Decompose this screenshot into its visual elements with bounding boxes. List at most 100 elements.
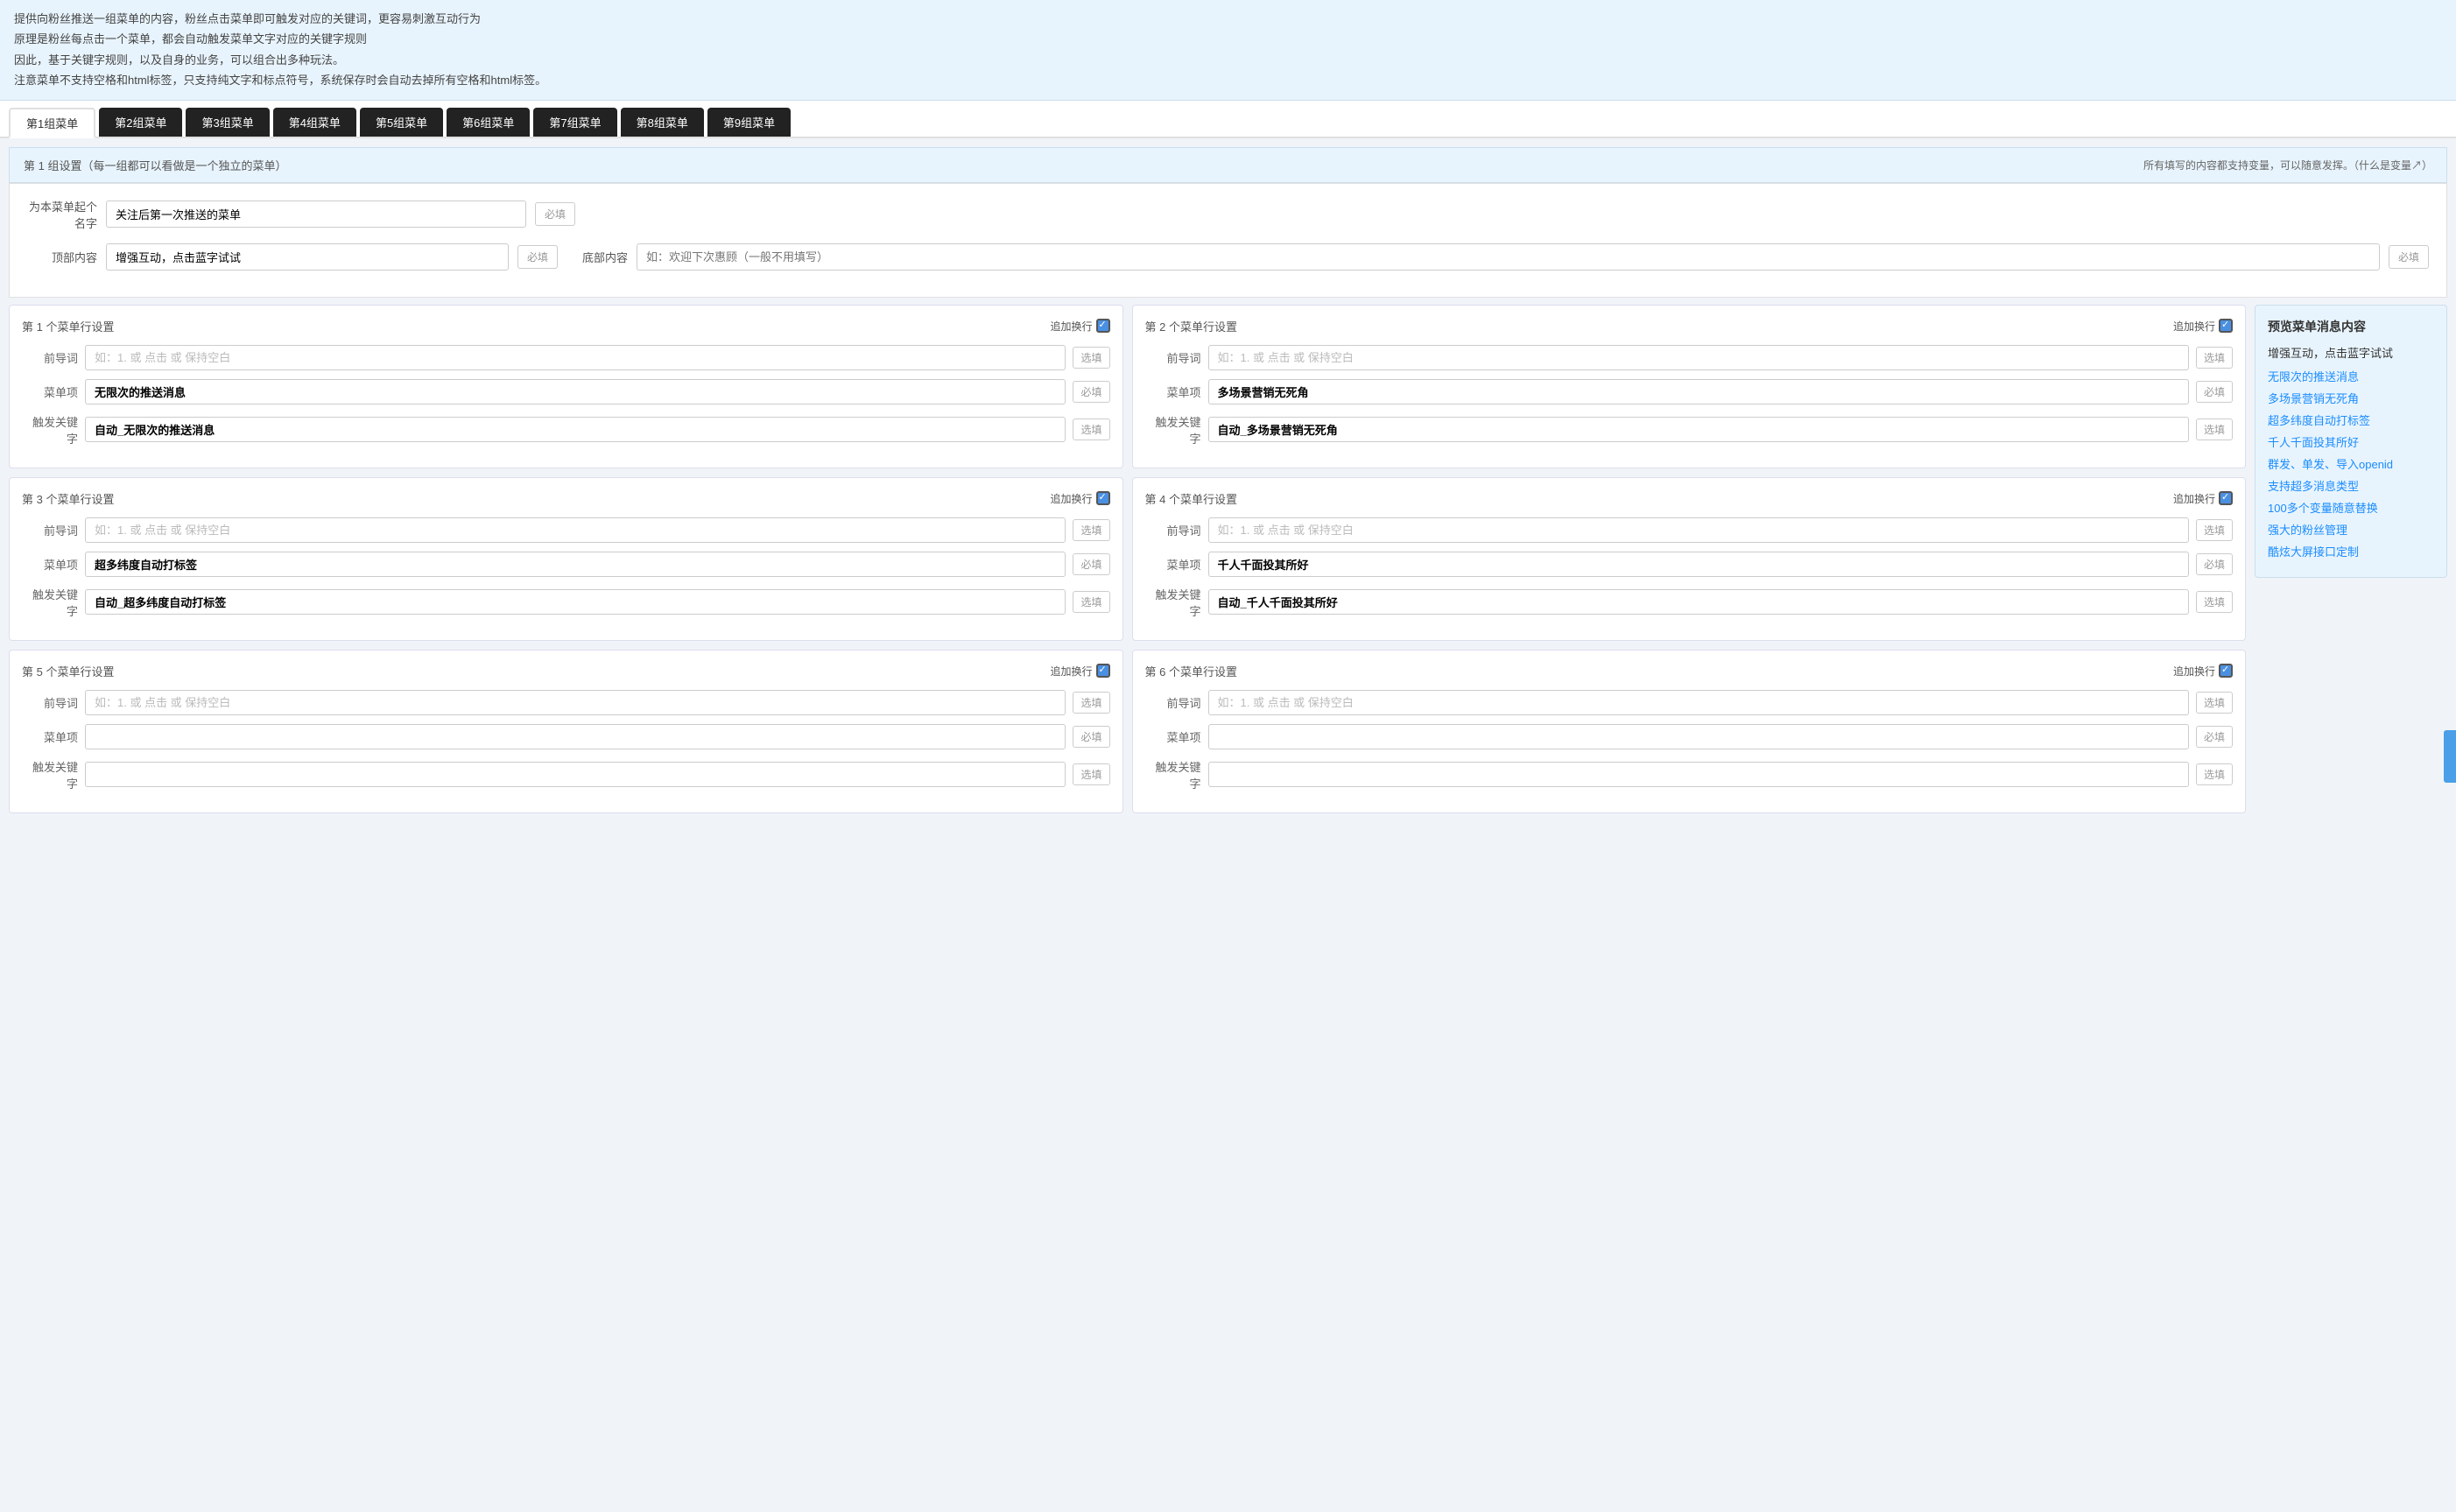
menuitem-badge-3: 必填: [1073, 553, 1109, 575]
section-header-left: 第 1 组设置（每一组都可以看做是一个独立的菜单）: [24, 157, 286, 173]
menu-card-header-5: 第 5 个菜单行设置 追加换行: [22, 663, 1110, 679]
add-newline-4[interactable]: 追加换行: [2173, 491, 2233, 506]
preview-item-1[interactable]: 无限次的推送消息: [2268, 368, 2434, 384]
tab-2[interactable]: 第2组菜单: [99, 108, 182, 137]
checkbox-5[interactable]: [1096, 664, 1110, 678]
menuitem-label-6: 菜单项: [1145, 728, 1201, 745]
keyword-badge-3: 选填: [1073, 591, 1109, 613]
menuitem-input-3[interactable]: [85, 552, 1066, 577]
keyword-input-5[interactable]: [85, 762, 1066, 787]
section-header-right: 所有填写的内容都支持变量，可以随意发挥。（什么是变量↗）: [2143, 158, 2432, 172]
prefix-input-1[interactable]: [85, 345, 1066, 370]
tab-8[interactable]: 第8组菜单: [621, 108, 704, 137]
menuitem-input-5[interactable]: [85, 724, 1066, 749]
add-newline-6[interactable]: 追加换行: [2173, 664, 2233, 679]
prefix-row-2: 前导词 选填: [1145, 345, 2234, 370]
section-header: 第 1 组设置（每一组都可以看做是一个独立的菜单） 所有填写的内容都支持变量，可…: [9, 147, 2447, 183]
tab-7[interactable]: 第7组菜单: [533, 108, 616, 137]
prefix-badge-5: 选填: [1073, 692, 1109, 714]
name-field-row: 为本菜单起个名字 必填: [27, 198, 2429, 231]
tab-9[interactable]: 第9组菜单: [707, 108, 791, 137]
name-field-input[interactable]: [106, 200, 526, 228]
top-content-input[interactable]: [106, 243, 509, 271]
checkbox-1[interactable]: [1096, 319, 1110, 333]
add-newline-1[interactable]: 追加换行: [1050, 319, 1109, 334]
menuitem-badge-1: 必填: [1073, 381, 1109, 403]
keyword-badge-5: 选填: [1073, 763, 1109, 785]
prefix-input-6[interactable]: [1208, 690, 2189, 715]
checkbox-6[interactable]: [2219, 664, 2233, 678]
preview-col: 预览菜单消息内容 增强互动，点击蓝字试试 无限次的推送消息多场景营销无死角超多纬…: [2255, 305, 2447, 822]
keyword-input-2[interactable]: [1208, 417, 2189, 442]
tab-4[interactable]: 第4组菜单: [273, 108, 356, 137]
menuitem-input-1[interactable]: [85, 379, 1066, 404]
preview-item-2[interactable]: 多场景营销无死角: [2268, 390, 2434, 406]
preview-item-7[interactable]: 100多个变量随意替换: [2268, 499, 2434, 516]
prefix-badge-1: 选填: [1073, 347, 1109, 369]
preview-box: 预览菜单消息内容 增强互动，点击蓝字试试 无限次的推送消息多场景营销无死角超多纬…: [2255, 305, 2447, 578]
prefix-badge-4: 选填: [2196, 519, 2233, 541]
checkbox-2[interactable]: [2219, 319, 2233, 333]
menuitem-input-6[interactable]: [1208, 724, 2189, 749]
prefix-input-5[interactable]: [85, 690, 1066, 715]
keyword-label-6: 触发关键字: [1145, 758, 1201, 791]
keyword-label-3: 触发关键字: [22, 586, 78, 619]
preview-item-6[interactable]: 支持超多消息类型: [2268, 477, 2434, 494]
keyword-input-1[interactable]: [85, 417, 1066, 442]
keyword-input-3[interactable]: [85, 589, 1066, 615]
prefix-input-3[interactable]: [85, 517, 1066, 543]
tab-3[interactable]: 第3组菜单: [186, 108, 269, 137]
checkbox-4[interactable]: [2219, 491, 2233, 505]
menu-card-title-5: 第 5 个菜单行设置: [22, 663, 114, 679]
preview-item-8[interactable]: 强大的粉丝管理: [2268, 521, 2434, 538]
keyword-input-6[interactable]: [1208, 762, 2189, 787]
menuitem-label-1: 菜单项: [22, 383, 78, 400]
add-newline-2[interactable]: 追加换行: [2173, 319, 2233, 334]
preview-item-9[interactable]: 酷炫大屏接口定制: [2268, 543, 2434, 559]
keyword-row-1: 触发关键字 选填: [22, 413, 1110, 447]
menuitem-input-2[interactable]: [1208, 379, 2189, 404]
menu-card-3: 第 3 个菜单行设置 追加换行 前导词 选填 菜单项 必填 触发关键字 选填: [9, 477, 1123, 641]
prefix-input-2[interactable]: [1208, 345, 2189, 370]
menu-card-title-2: 第 2 个菜单行设置: [1145, 318, 1237, 334]
content-fields-row: 顶部内容 必填 底部内容 必填: [27, 243, 2429, 271]
keyword-badge-6: 选填: [2196, 763, 2233, 785]
prefix-row-4: 前导词 选填: [1145, 517, 2234, 543]
add-newline-5[interactable]: 追加换行: [1050, 664, 1109, 679]
prefix-badge-2: 选填: [2196, 347, 2233, 369]
menu-col-right: 第 2 个菜单行设置 追加换行 前导词 选填 菜单项 必填 触发关键字 选填 第…: [1132, 305, 2247, 822]
menuitem-input-4[interactable]: [1208, 552, 2189, 577]
menuitem-label-3: 菜单项: [22, 556, 78, 573]
prefix-row-3: 前导词 选填: [22, 517, 1110, 543]
add-newline-3[interactable]: 追加换行: [1050, 491, 1109, 506]
tab-5[interactable]: 第5组菜单: [360, 108, 443, 137]
bottom-content-input[interactable]: [637, 243, 2380, 271]
prefix-label-6: 前导词: [1145, 694, 1201, 711]
checkbox-3[interactable]: [1096, 491, 1110, 505]
scrollbar-indicator[interactable]: [2444, 730, 2456, 783]
prefix-label-1: 前导词: [22, 349, 78, 366]
top-content-badge: 必填: [517, 245, 558, 269]
preview-item-5[interactable]: 群发、单发、导入openid: [2268, 455, 2434, 472]
tab-1[interactable]: 第1组菜单: [9, 108, 95, 138]
preview-item-4[interactable]: 千人千面投其所好: [2268, 433, 2434, 450]
keyword-input-4[interactable]: [1208, 589, 2189, 615]
menuitem-badge-5: 必填: [1073, 726, 1109, 748]
tab-6[interactable]: 第6组菜单: [447, 108, 530, 137]
keyword-row-2: 触发关键字 选填: [1145, 413, 2234, 447]
menu-card-title-4: 第 4 个菜单行设置: [1145, 490, 1237, 507]
menuitem-badge-4: 必填: [2196, 553, 2233, 575]
keyword-row-4: 触发关键字 选填: [1145, 586, 2234, 619]
prefix-row-6: 前导词 选填: [1145, 690, 2234, 715]
menu-card-header-1: 第 1 个菜单行设置 追加换行: [22, 318, 1110, 334]
preview-item-3[interactable]: 超多纬度自动打标签: [2268, 411, 2434, 428]
keyword-row-6: 触发关键字 选填: [1145, 758, 2234, 791]
menuitem-label-2: 菜单项: [1145, 383, 1201, 400]
menuitem-row-3: 菜单项 必填: [22, 552, 1110, 577]
prefix-row-5: 前导词 选填: [22, 690, 1110, 715]
prefix-label-5: 前导词: [22, 694, 78, 711]
preview-top-text: 增强互动，点击蓝字试试: [2268, 344, 2434, 361]
prefix-input-4[interactable]: [1208, 517, 2189, 543]
preview-title: 预览菜单消息内容: [2268, 318, 2434, 335]
keyword-label-5: 触发关键字: [22, 758, 78, 791]
